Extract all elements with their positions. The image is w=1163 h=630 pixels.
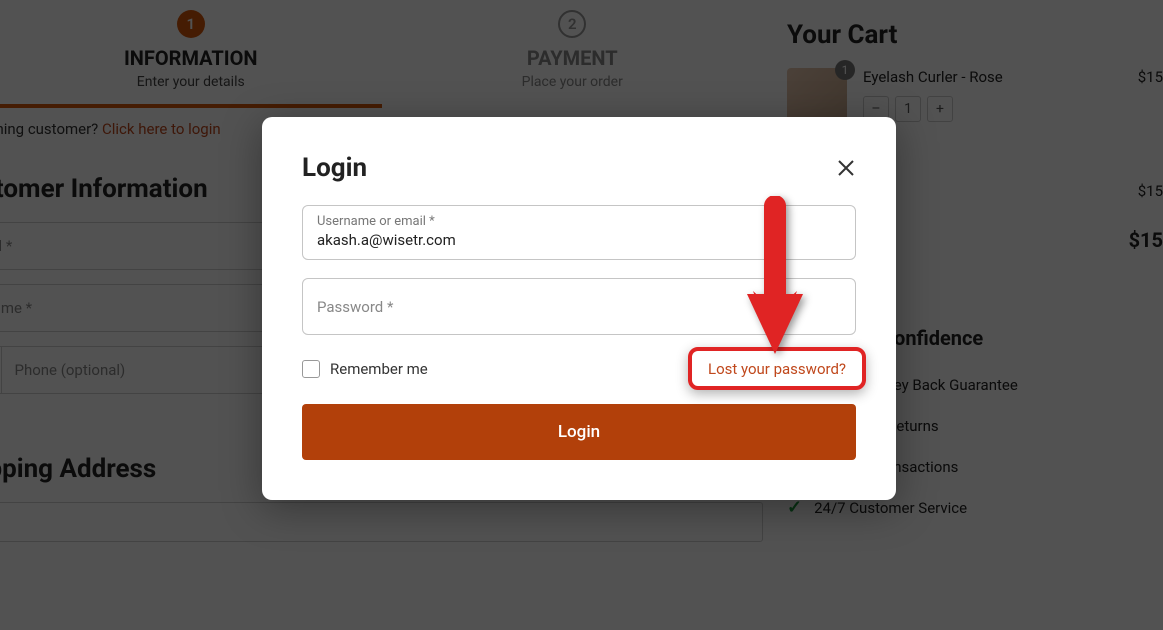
close-icon[interactable] xyxy=(836,158,856,178)
checkbox-icon[interactable] xyxy=(302,360,320,378)
lost-password-link[interactable]: Lost your password? xyxy=(708,360,846,378)
username-field-wrapper[interactable]: Username or email * xyxy=(302,205,856,260)
password-field-wrapper[interactable]: Password * xyxy=(302,278,856,335)
modal-title: Login xyxy=(302,153,367,183)
remember-me-label: Remember me xyxy=(330,360,428,378)
username-input[interactable] xyxy=(317,231,841,249)
login-button[interactable]: Login xyxy=(302,404,856,460)
login-modal: Login Username or email * Password * Rem… xyxy=(262,117,896,500)
remember-me[interactable]: Remember me xyxy=(302,360,428,378)
lost-password-wrapper: Lost your password? xyxy=(698,353,856,384)
password-label: Password * xyxy=(317,298,393,316)
username-label: Username or email * xyxy=(317,214,841,229)
